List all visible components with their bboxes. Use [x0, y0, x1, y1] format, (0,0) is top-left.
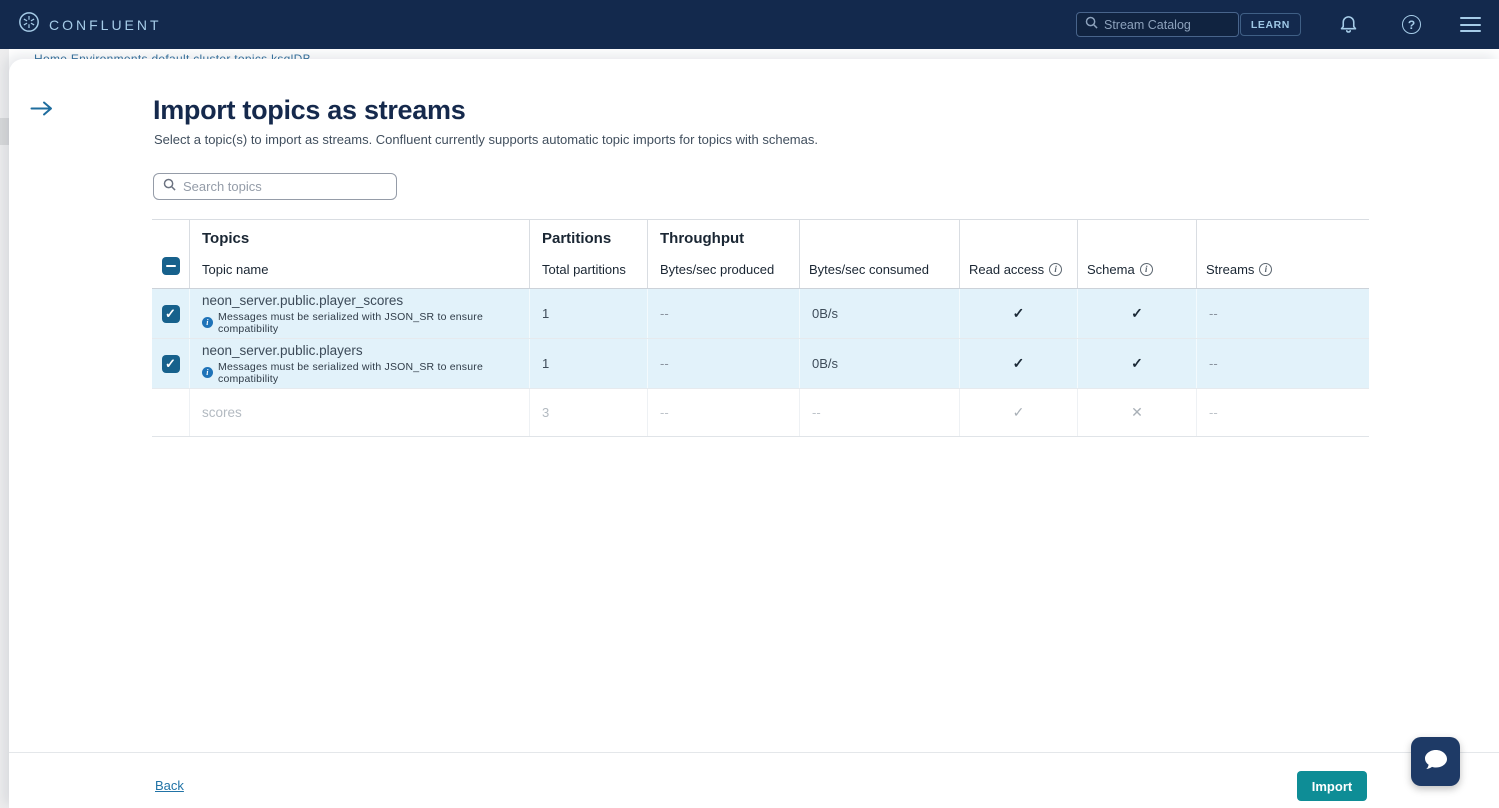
topic-note: iMessages must be serialized with JSON_S… [202, 311, 529, 335]
chat-widget-button[interactable] [1411, 737, 1460, 786]
background-page-edge [0, 49, 9, 808]
topic-name: scores [202, 405, 242, 420]
top-navbar: CONFLUENT LEARN ? [0, 0, 1499, 49]
check-icon: ✓ [1013, 305, 1025, 322]
collapse-panel-button[interactable] [29, 99, 54, 121]
header-bytes-consumed: Bytes/sec consumed [800, 220, 960, 288]
row-checkbox[interactable] [162, 355, 180, 373]
schema-cell: ✕ [1078, 389, 1197, 436]
info-icon[interactable]: i [1259, 263, 1272, 276]
read-access-cell: ✓ [960, 339, 1078, 388]
hamburger-icon [1460, 17, 1481, 32]
search-icon [163, 178, 176, 196]
table-header: Topics Topic name Partitions Total parti… [152, 219, 1369, 289]
stream-catalog-input[interactable] [1104, 18, 1224, 32]
row-checkbox[interactable] [162, 305, 180, 323]
info-icon: i [202, 317, 213, 328]
topic-name: neon_server.public.player_scores [202, 293, 403, 308]
read-access-cell: ✓ [960, 389, 1078, 436]
help-button[interactable]: ? [1402, 15, 1421, 34]
chat-bubble-icon [1422, 748, 1449, 776]
partitions-cell: 3 [530, 389, 648, 436]
import-topics-panel: Import topics as streams Select a topic(… [9, 59, 1499, 808]
bytes-consumed-cell: 0B/s [800, 339, 960, 388]
hamburger-menu-button[interactable] [1460, 17, 1481, 32]
header-schema: Schema i [1078, 220, 1197, 288]
header-partitions: Partitions Total partitions [530, 220, 648, 288]
header-topics: Topics Topic name [190, 220, 530, 288]
check-icon: ✓ [1013, 355, 1025, 372]
table-row: scores 3 -- -- ✓ ✕ -- [152, 389, 1369, 437]
topics-table: Topics Topic name Partitions Total parti… [152, 219, 1369, 437]
check-icon: ✓ [1131, 355, 1143, 372]
streams-cell: -- [1197, 389, 1369, 436]
footer-divider [9, 752, 1499, 753]
topic-cell: neon_server.public.players iMessages mus… [190, 339, 530, 388]
info-icon: i [202, 367, 213, 378]
search-topics-input[interactable] [183, 179, 373, 194]
confluent-brand[interactable]: CONFLUENT [18, 11, 162, 38]
partitions-cell: 1 [530, 289, 648, 338]
read-access-cell: ✓ [960, 289, 1078, 338]
bytes-produced-cell: -- [648, 339, 800, 388]
header-throughput: Throughput Bytes/sec produced [648, 220, 800, 288]
bytes-consumed-cell: 0B/s [800, 289, 960, 338]
bytes-consumed-cell: -- [800, 389, 960, 436]
table-row[interactable]: neon_server.public.players iMessages mus… [152, 339, 1369, 389]
table-row[interactable]: neon_server.public.player_scores iMessag… [152, 289, 1369, 339]
partitions-cell: 1 [530, 339, 648, 388]
schema-cell: ✓ [1078, 339, 1197, 388]
schema-cell: ✓ [1078, 289, 1197, 338]
topic-cell: neon_server.public.player_scores iMessag… [190, 289, 530, 338]
header-checkbox-cell [152, 220, 190, 288]
back-link[interactable]: Back [155, 778, 184, 793]
search-icon [1085, 16, 1098, 34]
topic-name: neon_server.public.players [202, 343, 363, 358]
info-icon[interactable]: i [1140, 263, 1153, 276]
check-icon: ✓ [1131, 305, 1143, 322]
brand-text: CONFLUENT [49, 17, 162, 33]
search-topics-field[interactable] [153, 173, 397, 200]
header-read-access: Read access i [960, 220, 1078, 288]
select-all-checkbox[interactable] [162, 257, 180, 275]
cross-icon: ✕ [1131, 404, 1143, 421]
page-title: Import topics as streams [153, 95, 465, 126]
learn-button[interactable]: LEARN [1240, 13, 1301, 36]
bytes-produced-cell: -- [648, 289, 800, 338]
info-icon[interactable]: i [1049, 263, 1062, 276]
header-streams: Streams i [1197, 220, 1369, 288]
streams-cell: -- [1197, 339, 1369, 388]
help-icon: ? [1402, 15, 1421, 34]
stream-catalog-search[interactable] [1076, 12, 1239, 37]
topic-cell: scores [190, 389, 530, 436]
confluent-logo-icon [18, 11, 40, 38]
import-button[interactable]: Import [1297, 771, 1367, 801]
page-subtitle: Select a topic(s) to import as streams. … [154, 132, 818, 147]
background-page-tab [0, 118, 9, 145]
check-icon: ✓ [1013, 404, 1025, 421]
notifications-button[interactable] [1338, 12, 1359, 37]
streams-cell: -- [1197, 289, 1369, 338]
bytes-produced-cell: -- [648, 389, 800, 436]
obscured-breadcrumb: Home Environments default cluster topics… [34, 52, 1234, 59]
arrow-right-icon [29, 106, 54, 121]
topic-note: iMessages must be serialized with JSON_S… [202, 361, 529, 385]
bell-icon [1338, 12, 1359, 37]
